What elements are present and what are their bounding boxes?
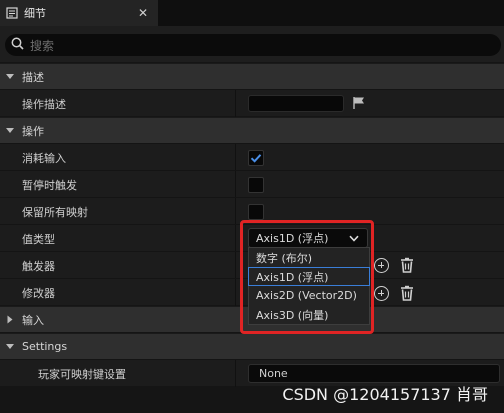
section-label: 操作 <box>22 124 44 138</box>
dropdown-option[interactable]: 数字 (布尔) <box>249 248 369 267</box>
chevron-right-icon <box>7 315 13 324</box>
property-label: 玩家可映射键设置 <box>38 368 126 381</box>
chevron-down-icon <box>6 128 14 133</box>
flag-icon[interactable] <box>352 96 366 113</box>
tab-title: 细节 <box>24 7 46 20</box>
dropdown-option-selected[interactable]: Axis1D (浮点) <box>248 267 370 286</box>
dropdown-option[interactable]: Axis2D (Vector2D) <box>249 286 369 305</box>
dropdown-option[interactable]: Axis3D (向量) <box>249 305 369 324</box>
column-divider[interactable] <box>235 360 236 387</box>
section-label: 描述 <box>22 70 44 84</box>
watermark: CSDN @1204157137 肖哥 <box>282 385 488 404</box>
property-label: 操作描述 <box>22 98 66 111</box>
search-row: 搜索 <box>0 26 504 62</box>
section-label: Settings <box>22 340 68 353</box>
column-divider[interactable] <box>235 90 236 117</box>
value-type-current: Axis1D (浮点) <box>256 232 329 245</box>
search-input[interactable]: 搜索 <box>5 34 501 56</box>
player-mappable-value: None <box>259 367 288 380</box>
operation-description-field[interactable] <box>248 95 344 112</box>
trigger-when-paused-checkbox[interactable] <box>248 177 264 193</box>
close-icon[interactable]: ✕ <box>138 5 148 21</box>
add-trigger-button[interactable] <box>374 258 389 273</box>
property-label: 修改器 <box>22 287 55 300</box>
property-label: 消耗输入 <box>22 152 66 165</box>
property-label: 保留所有映射 <box>22 206 88 219</box>
chevron-down-icon <box>349 235 359 242</box>
section-describe[interactable]: 描述 <box>0 63 504 89</box>
trash-icon[interactable] <box>400 285 414 304</box>
tab-details[interactable]: 细节 ✕ <box>0 0 158 26</box>
section-operate[interactable]: 操作 <box>0 117 504 143</box>
column-divider[interactable] <box>235 279 236 306</box>
trash-icon[interactable] <box>400 257 414 276</box>
search-icon <box>11 37 24 53</box>
column-divider[interactable] <box>235 225 236 252</box>
tab-bar: 细节 ✕ <box>0 0 504 26</box>
chevron-down-icon <box>6 344 14 349</box>
value-type-dropdown: 数字 (布尔) Axis1D (浮点) Axis2D (Vector2D) Ax… <box>248 247 370 325</box>
column-divider[interactable] <box>235 198 236 225</box>
add-modifier-button[interactable] <box>374 286 389 301</box>
property-label: 触发器 <box>22 260 55 273</box>
property-label: 值类型 <box>22 233 55 246</box>
checkmark-icon <box>250 154 262 163</box>
row-trigger-when-paused: 暂停时触发 <box>0 170 504 198</box>
section-label: 输入 <box>22 313 44 327</box>
chevron-down-icon <box>6 74 14 79</box>
search-placeholder: 搜索 <box>30 38 55 53</box>
column-divider[interactable] <box>235 252 236 279</box>
row-operation-description: 操作描述 <box>0 89 504 117</box>
row-keep-all-mappings: 保留所有映射 <box>0 197 504 225</box>
details-icon <box>6 7 18 19</box>
column-divider[interactable] <box>235 144 236 171</box>
property-label: 暂停时触发 <box>22 179 77 192</box>
value-type-combo[interactable]: Axis1D (浮点) <box>248 228 368 248</box>
keep-all-mappings-checkbox[interactable] <box>248 204 264 220</box>
consume-input-checkbox[interactable] <box>248 150 264 166</box>
row-consume-input: 消耗输入 <box>0 143 504 171</box>
section-settings[interactable]: Settings <box>0 333 504 359</box>
column-divider[interactable] <box>235 171 236 198</box>
